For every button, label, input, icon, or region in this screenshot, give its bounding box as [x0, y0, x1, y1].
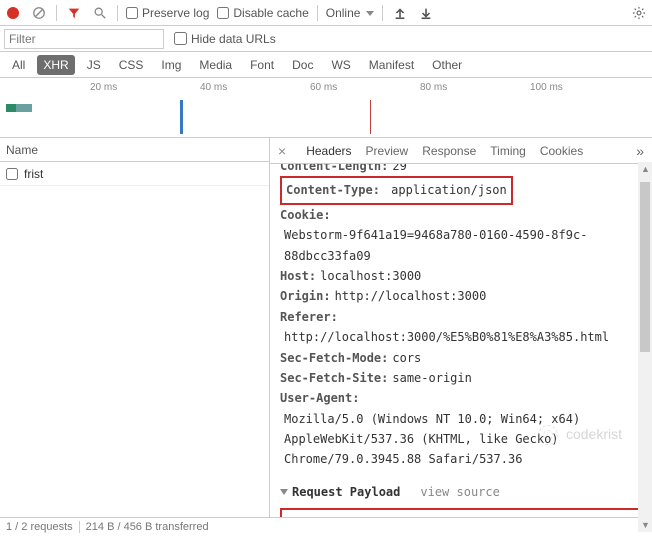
more-tabs-icon[interactable]: »	[636, 143, 644, 159]
type-tab-media[interactable]: Media	[193, 55, 238, 75]
header-key: Origin:	[280, 286, 331, 306]
request-row-label: frist	[24, 167, 43, 181]
type-tab-other[interactable]: Other	[426, 55, 468, 75]
type-tab-manifest[interactable]: Manifest	[363, 55, 420, 75]
settings-icon[interactable]	[630, 4, 648, 22]
resource-type-tabs: All XHR JS CSSImg Media Font Doc WS Manifest Othe…	[0, 52, 652, 78]
header-row: Cookie: Webstorm-9f641a19=9468a780-0160-…	[280, 205, 642, 266]
disable-cache-label: Disable cache	[233, 6, 308, 20]
main-split: Name frist × Headers Preview Response Timin…	[0, 138, 652, 518]
type-tab-ws[interactable]: WS	[325, 55, 356, 75]
header-row: Origin: http://localhost:3000	[280, 286, 642, 306]
filter-bar: Hide data URLs	[0, 26, 652, 52]
close-details-icon[interactable]: ×	[278, 143, 286, 159]
header-key: Content-Type:	[286, 183, 380, 197]
header-value: same-origin	[392, 368, 471, 388]
timeline-tick: 40 ms	[200, 82, 227, 93]
filter-input[interactable]	[4, 29, 164, 49]
type-tab-css[interactable]: CSS	[113, 55, 150, 75]
section-title: Request Payload	[292, 485, 400, 499]
details-pane: × HeadersPreviewResponseTimingCookies » …	[270, 138, 652, 517]
header-value: localhost:3000	[320, 266, 421, 286]
vertical-scrollbar[interactable]: ▲ ▼	[638, 162, 652, 532]
header-row: Content-Type: application/json	[280, 176, 642, 204]
header-key: Sec-Fetch-Site:	[280, 368, 388, 388]
search-icon[interactable]	[91, 4, 109, 22]
type-tab-img[interactable]: Img	[155, 55, 187, 75]
type-tab-doc[interactable]: Doc	[286, 55, 319, 75]
details-tab-preview[interactable]: Preview	[366, 144, 409, 158]
status-transferred: 214 B / 456 B transferred	[86, 521, 209, 533]
request-list: frist	[0, 162, 269, 517]
header-value: cors	[392, 348, 421, 368]
download-har-icon[interactable]	[417, 4, 435, 22]
filter-toggle-icon[interactable]	[65, 4, 83, 22]
type-tab-font[interactable]: Font	[244, 55, 280, 75]
request-row-checkbox[interactable]	[6, 168, 18, 180]
timeline-tick: 20 ms	[90, 82, 117, 93]
hide-data-urls-label: Hide data URLs	[191, 32, 276, 46]
view-source-link[interactable]: view source	[420, 485, 499, 499]
request-list-pane: Name frist	[0, 138, 270, 517]
header-key: Referer:	[280, 307, 338, 327]
header-value: Mozilla/5.0 (Windows NT 10.0; Win64; x64…	[284, 409, 642, 470]
type-tab-all[interactable]: All	[6, 55, 31, 75]
payload-summary[interactable]: {name: "codekrist", age: 19}	[290, 516, 632, 517]
header-row: User-Agent: Mozilla/5.0 (Windows NT 10.0…	[280, 388, 642, 470]
header-value: 29	[392, 164, 406, 176]
header-key: User-Agent:	[280, 388, 359, 408]
throttling-select[interactable]: Online	[326, 6, 375, 20]
header-key: Sec-Fetch-Mode:	[280, 348, 388, 368]
details-tab-timing[interactable]: Timing	[490, 144, 526, 158]
timeline-tick: 60 ms	[310, 82, 337, 93]
header-value: application/json	[384, 183, 507, 197]
preserve-log-label: Preserve log	[142, 6, 209, 20]
status-bar: 1 / 2 requests 214 B / 456 B transferred	[0, 518, 652, 536]
timeline-overview[interactable]: 20 ms 40 ms 60 ms 80 ms 100 ms	[0, 78, 652, 138]
details-tab-headers[interactable]: Headers	[306, 144, 351, 158]
record-toggle-icon[interactable]	[4, 4, 22, 22]
details-tab-response[interactable]: Response	[422, 144, 476, 158]
details-tab-cookies[interactable]: Cookies	[540, 144, 583, 158]
header-key: Cookie:	[280, 205, 331, 225]
column-header-name[interactable]: Name	[0, 138, 269, 162]
payload-box: {name: "codekrist", age: 19}name: "codek…	[280, 508, 642, 517]
header-row: Referer: http://localhost:3000/%E5%B0%81…	[280, 307, 642, 348]
upload-har-icon[interactable]	[391, 4, 409, 22]
throttling-value: Online	[326, 6, 361, 20]
header-value: http://localhost:3000	[335, 286, 487, 306]
preserve-log-toggle[interactable]: Preserve log	[126, 6, 209, 20]
header-row: Sec-Fetch-Mode: cors	[280, 348, 642, 368]
header-row: Content-Length: 29	[280, 164, 642, 176]
timeline-tick: 80 ms	[420, 82, 447, 93]
status-requests: 1 / 2 requests	[6, 521, 73, 533]
request-row[interactable]: frist	[0, 162, 269, 186]
header-value: http://localhost:3000/%E5%B0%81%E8%A3%85…	[284, 327, 609, 347]
clear-icon[interactable]	[30, 4, 48, 22]
network-toolbar: Preserve log Disable cache Online	[0, 0, 652, 26]
details-tabs: × Headers Preview Response Timing Cookies »	[270, 138, 652, 164]
header-key: Host:	[280, 266, 316, 286]
header-row: Host: localhost:3000	[280, 266, 642, 286]
headers-body: Content-Length: 29Content-Type: applicat…	[270, 164, 652, 517]
type-tab-xhr[interactable]: XHR	[37, 55, 74, 75]
timeline-tick: 100 ms	[530, 82, 563, 93]
collapse-triangle-icon[interactable]	[280, 489, 288, 495]
type-tab-js[interactable]: JS	[81, 55, 107, 75]
header-key: Content-Length:	[280, 164, 388, 176]
header-row: Sec-Fetch-Site: same-origin	[280, 368, 642, 388]
disable-cache-toggle[interactable]: Disable cache	[217, 6, 308, 20]
hide-data-urls-toggle[interactable]: Hide data URLs	[174, 32, 276, 46]
request-payload-section: Request Payload view source {name: "codekr…	[280, 482, 642, 517]
section-header[interactable]: Request Payload view source	[280, 482, 642, 502]
header-value: Webstorm-9f641a19=9468a780-0160-4590-8f9…	[284, 225, 642, 266]
